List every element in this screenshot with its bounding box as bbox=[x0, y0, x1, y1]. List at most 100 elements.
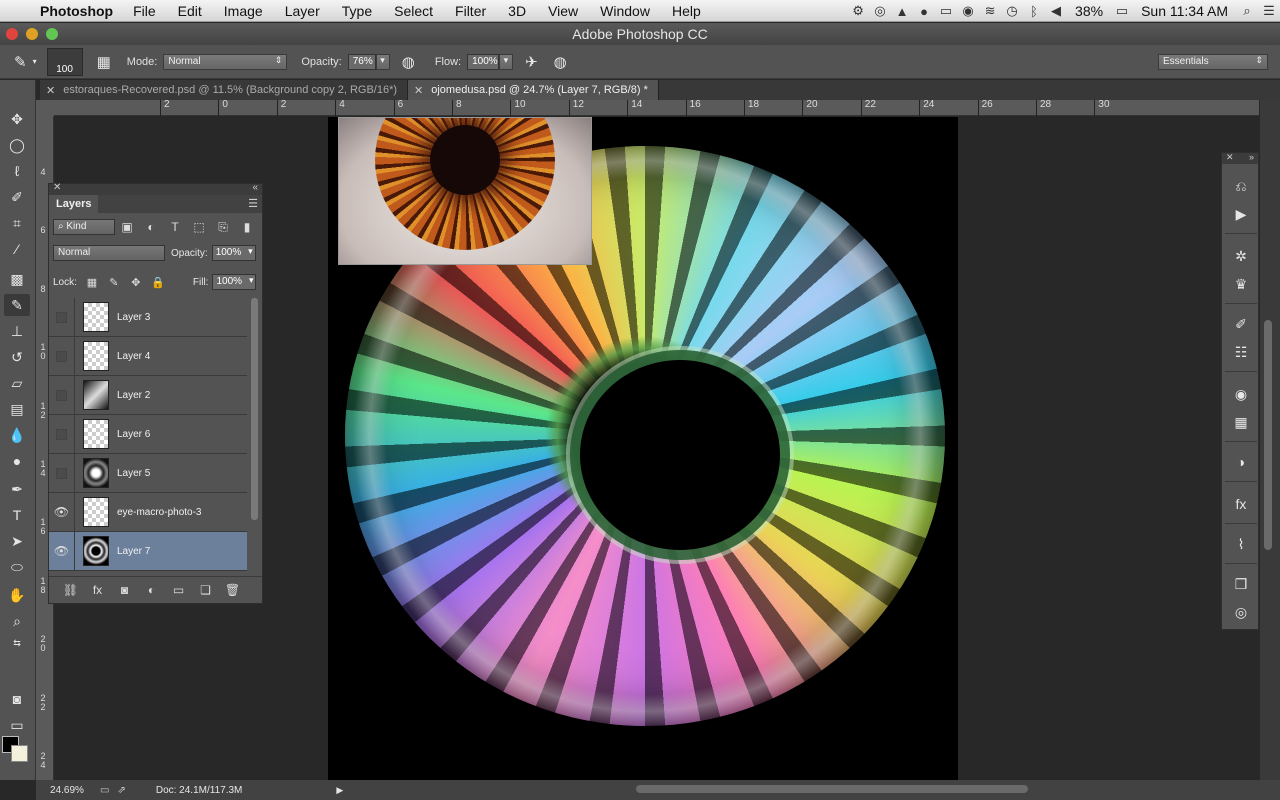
adjustments-panel-icon[interactable]: ◑ bbox=[1228, 451, 1254, 473]
move-tool-icon[interactable]: ✥ bbox=[4, 108, 30, 130]
menu-app-name[interactable]: Photoshop bbox=[40, 3, 113, 19]
layer-row-selected[interactable]: 👁 Layer 7 bbox=[49, 531, 247, 571]
elliptical-marquee-tool-icon[interactable]: ◯ bbox=[4, 134, 30, 156]
horizontal-ruler[interactable]: 2 0 2 4 6 8 10 12 14 16 18 20 22 24 26 28 30 bbox=[54, 100, 1259, 116]
menu-view[interactable]: View bbox=[548, 3, 578, 19]
gradient-tool-icon[interactable]: ▤ bbox=[4, 398, 30, 420]
blur-tool-icon[interactable]: 💧 bbox=[4, 424, 30, 446]
vertical-scroll-thumb[interactable] bbox=[1264, 320, 1272, 550]
pressure-size-icon[interactable]: ◍ bbox=[554, 53, 567, 71]
lock-all-icon[interactable]: 🔒 bbox=[147, 276, 169, 289]
expand-dock-icon[interactable]: » bbox=[1249, 152, 1254, 162]
history-panel-icon[interactable]: ⎌ bbox=[1228, 175, 1254, 197]
delete-layer-icon[interactable]: 🗑 bbox=[219, 583, 246, 597]
filter-type-icon[interactable]: T bbox=[163, 220, 187, 234]
type-tool-icon[interactable]: T bbox=[4, 504, 30, 526]
color-panel-icon[interactable]: ◉ bbox=[1228, 383, 1254, 405]
spotlight-search-icon[interactable]: ⌕ bbox=[1236, 3, 1258, 19]
menu-filter[interactable]: Filter bbox=[455, 3, 486, 19]
properties-panel-icon[interactable]: ☷ bbox=[1228, 341, 1254, 363]
crop-tool-icon[interactable]: ⌗ bbox=[4, 212, 30, 234]
menu-window[interactable]: Window bbox=[600, 3, 650, 19]
filter-kind-select[interactable]: ⌕ Kind bbox=[53, 219, 115, 235]
zoom-tool-icon[interactable]: ⌕ bbox=[4, 610, 30, 632]
channels-panel-icon[interactable]: ◎ bbox=[1228, 601, 1254, 623]
background-color-swatch[interactable] bbox=[11, 745, 28, 762]
menu-layer[interactable]: Layer bbox=[285, 3, 320, 19]
add-mask-icon[interactable]: ◙ bbox=[111, 583, 138, 597]
layer-row[interactable]: 👁 eye-macro-photo-3 bbox=[49, 492, 247, 532]
eyedropper-tool-icon[interactable]: ⁄ bbox=[4, 238, 30, 260]
tool-presets-panel-icon[interactable]: ✐ bbox=[1228, 313, 1254, 335]
eraser-tool-icon[interactable]: ▱ bbox=[4, 372, 30, 394]
brush-settings-panel-icon[interactable]: ✲ bbox=[1228, 245, 1254, 267]
swatches-panel-icon[interactable]: ▦ bbox=[1228, 411, 1254, 433]
display-icon[interactable]: ▭ bbox=[935, 3, 957, 19]
zoom-window-button[interactable] bbox=[46, 28, 58, 40]
layer-name[interactable]: Layer 7 bbox=[117, 546, 150, 557]
dock-header[interactable]: ✕ » bbox=[1222, 152, 1258, 164]
screen-mode-icon[interactable]: ▭ bbox=[4, 714, 30, 736]
status-menu-arrow-icon[interactable]: ▶ bbox=[336, 785, 343, 796]
close-panel-icon[interactable]: ✕ bbox=[53, 182, 61, 193]
visibility-toggle[interactable] bbox=[49, 336, 75, 376]
export-icon[interactable]: ⇗ bbox=[117, 785, 125, 796]
close-tab-icon[interactable]: ✕ bbox=[46, 84, 55, 97]
proof-icon[interactable]: ▭ bbox=[100, 785, 109, 796]
new-group-icon[interactable]: ▭ bbox=[165, 583, 192, 597]
vertical-scrollbar[interactable] bbox=[1260, 100, 1280, 780]
battery-percent[interactable]: 38% bbox=[1075, 3, 1103, 19]
panel-header[interactable]: ✕ « bbox=[49, 182, 262, 195]
brush-presets-panel-icon[interactable]: ♛ bbox=[1228, 273, 1254, 295]
close-dock-icon[interactable]: ✕ bbox=[1226, 152, 1234, 163]
paths-panel-icon[interactable]: ⌇ bbox=[1228, 533, 1254, 555]
airbrush-icon[interactable]: ✈ bbox=[525, 53, 538, 71]
menu-type[interactable]: Type bbox=[342, 3, 372, 19]
layer-opacity-field[interactable]: 100% ▾ bbox=[211, 245, 256, 261]
document-size[interactable]: Doc: 24.1M/117.3M bbox=[156, 785, 243, 796]
visibility-toggle[interactable]: 👁 bbox=[49, 492, 75, 532]
history-brush-tool-icon[interactable]: ↺ bbox=[4, 346, 30, 368]
menu-image[interactable]: Image bbox=[224, 3, 263, 19]
layer-row[interactable]: Layer 6 bbox=[49, 414, 247, 454]
document-tab-active[interactable]: ✕ ojomedusa.psd @ 24.7% (Layer 7, RGB/8)… bbox=[408, 80, 659, 100]
layer-row[interactable]: Layer 2 bbox=[49, 375, 247, 415]
layer-name[interactable]: Layer 2 bbox=[117, 390, 150, 401]
adjustment-layer-icon[interactable]: ◐ bbox=[138, 583, 165, 597]
filter-pixel-icon[interactable]: ▣ bbox=[115, 220, 139, 234]
visibility-toggle[interactable] bbox=[49, 414, 75, 454]
ruler-origin[interactable] bbox=[36, 100, 54, 116]
layer-name[interactable]: eye-macro-photo-3 bbox=[117, 507, 201, 518]
filter-adjustment-icon[interactable]: ◐ bbox=[139, 220, 163, 234]
document-canvas[interactable] bbox=[328, 117, 958, 780]
menu-3d[interactable]: 3D bbox=[508, 3, 526, 19]
layer-name[interactable]: Layer 6 bbox=[117, 429, 150, 440]
layer-name[interactable]: Layer 4 bbox=[117, 351, 150, 362]
close-tab-icon[interactable]: ✕ bbox=[414, 84, 423, 97]
visibility-toggle[interactable]: 👁 bbox=[49, 531, 75, 571]
mode-select[interactable]: Normal ⇕ bbox=[163, 53, 288, 70]
lock-position-icon[interactable]: ✥ bbox=[125, 276, 147, 289]
lock-image-icon[interactable]: ✎ bbox=[103, 276, 125, 289]
brush-tool-preset-icon[interactable]: ✎ bbox=[14, 53, 27, 71]
visibility-toggle[interactable] bbox=[49, 375, 75, 415]
opacity-field[interactable]: 76% bbox=[347, 53, 376, 70]
ellipse-tool-icon[interactable]: ⬭ bbox=[4, 556, 30, 578]
close-window-button[interactable] bbox=[6, 28, 18, 40]
layer-row[interactable]: Layer 3 bbox=[49, 298, 247, 337]
quick-selection-tool-icon[interactable]: ✐ bbox=[4, 186, 30, 208]
lasso-tool-icon[interactable]: ℓ bbox=[4, 160, 30, 182]
3d-panel-icon[interactable]: ❒ bbox=[1228, 573, 1254, 595]
horizontal-scroll-thumb[interactable] bbox=[636, 785, 1028, 793]
filter-toggle-icon[interactable]: ▮ bbox=[235, 220, 259, 234]
swap-colors-icon[interactable]: ⇆ bbox=[4, 632, 30, 654]
menu-clock[interactable]: Sun 11:34 AM bbox=[1141, 3, 1228, 19]
spot-healing-tool-icon[interactable]: ▩ bbox=[4, 268, 30, 290]
volume-icon[interactable]: ◀ bbox=[1045, 3, 1067, 19]
lock-transparent-icon[interactable]: ▦ bbox=[81, 276, 103, 289]
layer-style-icon[interactable]: fx bbox=[84, 583, 111, 597]
menu-help[interactable]: Help bbox=[672, 3, 701, 19]
filter-smart-object-icon[interactable]: ⎘ bbox=[211, 220, 235, 235]
hand-tool-icon[interactable]: ✋ bbox=[4, 584, 30, 606]
layer-name[interactable]: Layer 3 bbox=[117, 312, 150, 323]
